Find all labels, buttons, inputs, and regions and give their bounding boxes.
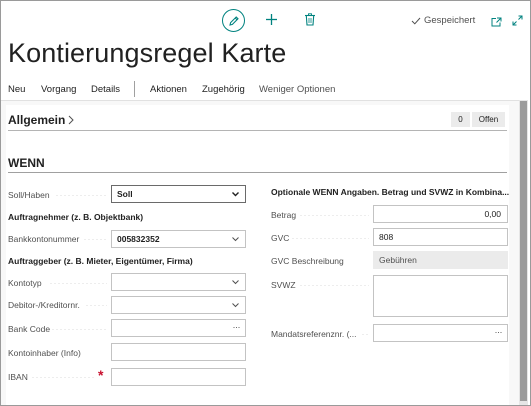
betrag-value: 0,00: [484, 209, 501, 219]
window-frame: Gespeichert Kontierungsregel Karte Neu V…: [0, 0, 531, 406]
menu-item-vorgang[interactable]: Vorgang: [41, 84, 76, 95]
trash-icon: [305, 13, 315, 26]
label-mandatsreferenznr: Mandatsreferenznr. (...: [271, 329, 357, 339]
chevron-down-icon: [232, 303, 239, 308]
bankkontonummer-field[interactable]: 005832352: [111, 230, 246, 248]
label-betrag: Betrag: [271, 210, 297, 220]
delete-button[interactable]: [304, 13, 316, 31]
bank-code-field[interactable]: ···: [111, 319, 246, 337]
leader-dots: [55, 195, 107, 196]
label-bankkontonummer: Bankkontonummer: [8, 234, 80, 244]
leader-dots: [361, 334, 369, 335]
section-divider: [8, 130, 507, 131]
group-title-wenn: WENN: [8, 156, 45, 170]
checkmark-icon: [411, 17, 421, 25]
leader-dots: [51, 329, 107, 330]
menu-item-neu[interactable]: Neu: [8, 84, 25, 95]
heading-auftraggeber: Auftraggeber (z. B. Mieter, Eigentümer, …: [8, 256, 193, 266]
svwz-textarea[interactable]: [373, 275, 508, 317]
kontoinhaber-field[interactable]: [111, 343, 246, 361]
leader-dots: [31, 377, 95, 378]
bankkontonummer-value: 005832352: [117, 234, 160, 244]
expand-icon: [512, 15, 523, 26]
label-kontotyp: Kontotyp: [8, 278, 42, 288]
label-gvc-beschreibung: GVC Beschreibung: [271, 256, 344, 266]
scrollbar-thumb[interactable]: [520, 101, 527, 401]
label-svwz: SVWZ: [271, 280, 296, 290]
label-kontoinhaber: Kontoinhaber (Info): [8, 348, 81, 358]
lookup-ellipsis-icon[interactable]: ···: [495, 327, 503, 337]
menu-item-details[interactable]: Details: [91, 84, 120, 95]
chevron-down-icon: [232, 280, 239, 285]
chevron-down-icon: [232, 237, 239, 242]
pencil-icon: [228, 15, 239, 26]
leader-dots: [299, 285, 369, 286]
chevron-right-icon: [69, 115, 75, 125]
iban-field[interactable]: [111, 368, 246, 386]
page-title: Kontierungsregel Karte: [8, 38, 287, 68]
group-divider: [8, 172, 507, 173]
edit-button[interactable]: [222, 9, 245, 32]
plus-icon: [266, 14, 277, 25]
menu-item-zugehoerig[interactable]: Zugehörig: [202, 84, 245, 95]
section-header-allgemein[interactable]: Allgemein: [8, 113, 75, 127]
gvc-field[interactable]: 808: [373, 228, 508, 246]
label-iban: IBAN: [8, 372, 28, 382]
soll-haben-select[interactable]: Soll: [111, 185, 246, 203]
gvc-value: 808: [379, 232, 394, 242]
new-button[interactable]: [265, 13, 278, 31]
leader-dots: [83, 239, 107, 240]
saved-label: Gespeichert: [424, 15, 476, 26]
section-status-badge: Offen: [472, 112, 505, 127]
section-title: Allgemein: [8, 113, 66, 127]
soll-haben-value: Soll: [117, 189, 133, 199]
mandatsreferenznr-field[interactable]: ···: [373, 324, 508, 342]
required-asterisk-icon: *: [98, 367, 104, 383]
heading-optionale-wenn-angaben: Optionale WENN Angaben. Betrag und SVWZ …: [271, 187, 510, 197]
leader-dots: [49, 283, 107, 284]
leader-dots: [299, 215, 369, 216]
saved-status: Gespeichert: [411, 15, 475, 26]
label-soll-haben: Soll/Haben: [8, 190, 50, 200]
leader-dots: [291, 238, 369, 239]
menu-item-aktionen[interactable]: Aktionen: [150, 84, 187, 95]
gvc-beschreibung-value: Gebühren: [379, 255, 417, 265]
label-bank-code: Bank Code: [8, 324, 51, 334]
section-count-badge: 0: [451, 112, 470, 127]
label-debitor-kreditornr: Debitor-/Kreditornr.: [8, 300, 80, 310]
expand-button[interactable]: [512, 13, 523, 31]
label-gvc: GVC: [271, 233, 290, 243]
heading-auftragnehmer: Auftragnehmer (z. B. Objektbank): [8, 212, 144, 222]
leader-dots: [85, 305, 107, 306]
gvc-beschreibung-field: Gebühren: [373, 251, 508, 269]
open-in-new-window-icon: [491, 17, 502, 27]
menu-separator: [134, 81, 135, 97]
chevron-down-icon: [232, 192, 239, 197]
open-new-window-button[interactable]: [491, 14, 502, 32]
lookup-ellipsis-icon[interactable]: ···: [233, 322, 241, 332]
debitor-kreditornr-field[interactable]: [111, 296, 246, 314]
menu-item-weniger-optionen[interactable]: Weniger Optionen: [259, 84, 335, 95]
kontotyp-select[interactable]: [111, 273, 246, 291]
action-menu: Neu Vorgang Details Aktionen Zugehörig W…: [1, 81, 530, 99]
betrag-field[interactable]: 0,00: [373, 205, 508, 223]
